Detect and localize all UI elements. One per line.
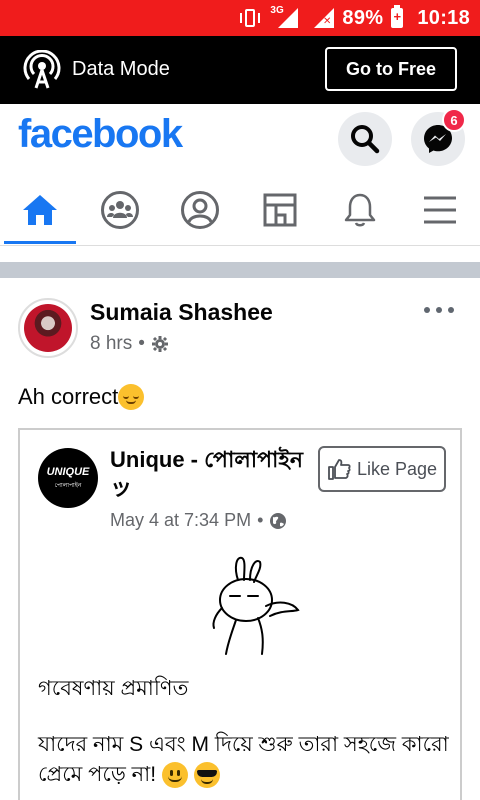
tab-profile[interactable] [160,176,240,244]
tab-groups[interactable] [80,176,160,244]
nav-tabs [0,176,480,246]
home-icon [23,195,57,225]
app-header: facebook [0,104,480,170]
tab-notifications[interactable] [320,176,400,244]
meta-dot: • [138,333,145,354]
search-button[interactable] [338,112,392,166]
tab-menu[interactable] [400,176,480,244]
shared-post-heading: গবেষণায় প্রমাণিত [38,677,189,700]
thumbs-up-icon [328,459,351,480]
battery-percent: 89% [342,6,384,29]
shared-post-date[interactable]: May 4 at 7:34 PM [110,510,251,531]
shared-post-card[interactable]: UNIQUE পোলাপাইন Unique - পোলাপাইন ッ May … [18,428,462,800]
slightly-smiling-face-icon [161,762,188,789]
tab-pages[interactable] [240,176,320,244]
meta-dot: • [257,510,264,530]
shared-post-body: যাদের নাম S এবং M দিয়ে শুরু তারা সহজে ক… [38,730,458,790]
tab-home[interactable] [0,176,80,244]
post-time[interactable]: 8 hrs [90,333,132,355]
shared-post-meta: May 4 at 7:34 PM • [110,510,287,531]
avatar[interactable] [18,298,78,358]
post-author[interactable]: Sumaia Shashee [90,299,273,326]
vibrate-icon [238,7,262,29]
shared-post-body-text: যাদের নাম S এবং M দিয়ে শুরু তারা সহজে ক… [38,733,449,786]
broadcast-icon [23,50,61,89]
menu-icon [424,196,456,224]
data-mode-bar: Data Mode Go to Free [0,36,480,104]
page-logo-subtext: পোলাপাইন [54,483,82,489]
facebook-logo: facebook [18,112,183,156]
more-options-button[interactable] [424,300,454,320]
signal-3g-icon: 3G [270,5,299,30]
post-text-content: Ah correct [18,384,119,409]
page-logo-text: UNIQUE [46,466,90,478]
battery-charging-icon: + [391,5,404,28]
sunglasses-face-icon [193,762,220,789]
search-icon [351,125,380,154]
data-mode-label: Data Mode [72,58,170,80]
gear-icon [151,336,168,352]
globe-icon [270,512,287,529]
bell-icon [344,193,376,227]
like-page-button[interactable]: Like Page [318,446,446,492]
feed-separator [0,262,480,278]
groups-icon [101,191,139,229]
profile-icon [181,191,219,229]
messenger-badge: 6 [442,108,466,132]
signal-no-sim-icon: ✕ [306,6,335,30]
bunny-drawing [212,556,300,655]
like-page-label: Like Page [356,458,438,479]
status-bar: 3G ✕ 89% + 10:18 [0,0,480,36]
post-text: Ah correct [18,384,145,410]
post-meta: 8 hrs • [90,333,169,355]
pages-icon [263,193,297,227]
feed-post: Sumaia Shashee 8 hrs • Ah correct UNIQUE… [0,278,480,800]
shared-page-name[interactable]: Unique - পোলাপাইন ッ [110,446,310,502]
page-logo[interactable]: UNIQUE পোলাপাইন [38,448,98,508]
relieved-face-icon [118,384,145,410]
clock: 10:18 [417,6,470,29]
go-to-free-button[interactable]: Go to Free [325,47,457,91]
